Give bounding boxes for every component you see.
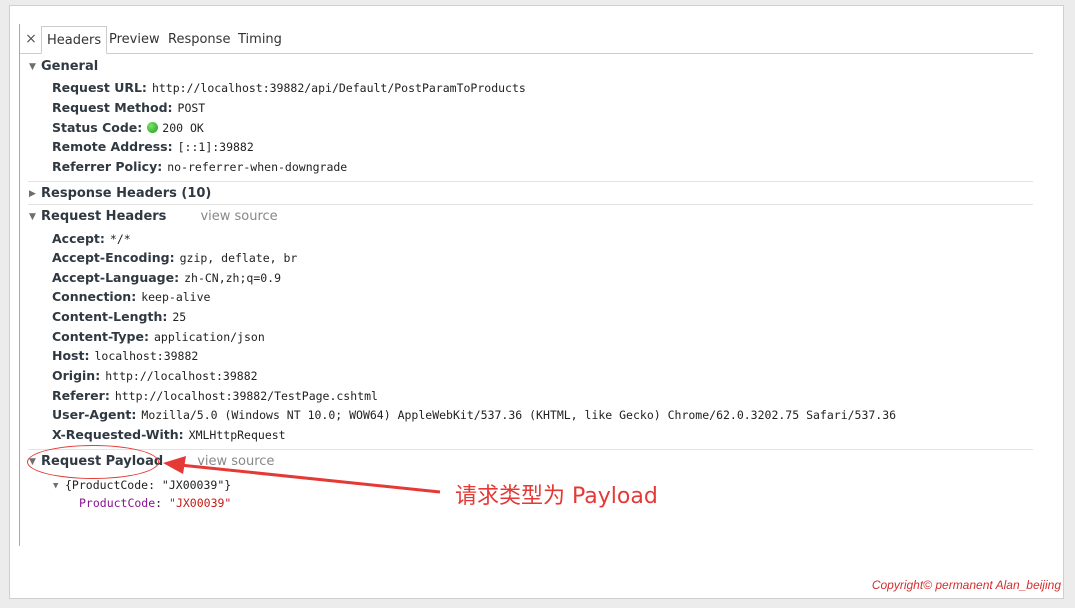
annotation-text: 请求类型为 Payload xyxy=(455,484,658,509)
copyright-watermark: Copyright© permanent Alan_beijing xyxy=(871,578,1061,592)
annotation-arrow xyxy=(163,456,441,494)
